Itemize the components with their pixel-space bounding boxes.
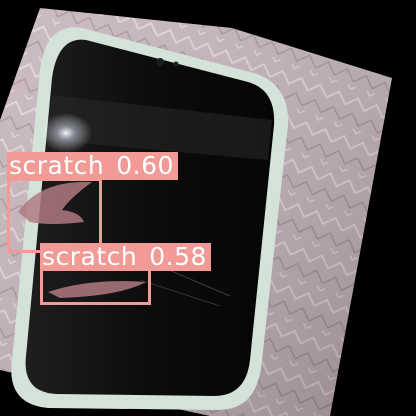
detection-class-label: scratch bbox=[9, 151, 105, 180]
light-glare bbox=[40, 113, 92, 153]
detection-label-1: scratch 0.60 bbox=[7, 152, 178, 180]
front-camera-icon bbox=[156, 58, 164, 66]
detection-confidence: 0.60 bbox=[116, 151, 174, 180]
photo-scene: scratch 0.60 scratch 0.58 bbox=[0, 0, 416, 416]
detection-label-2: scratch 0.58 bbox=[40, 243, 211, 271]
detection-confidence: 0.58 bbox=[149, 242, 207, 271]
detection-box-2 bbox=[40, 268, 151, 305]
detection-class-label: scratch bbox=[42, 242, 138, 271]
